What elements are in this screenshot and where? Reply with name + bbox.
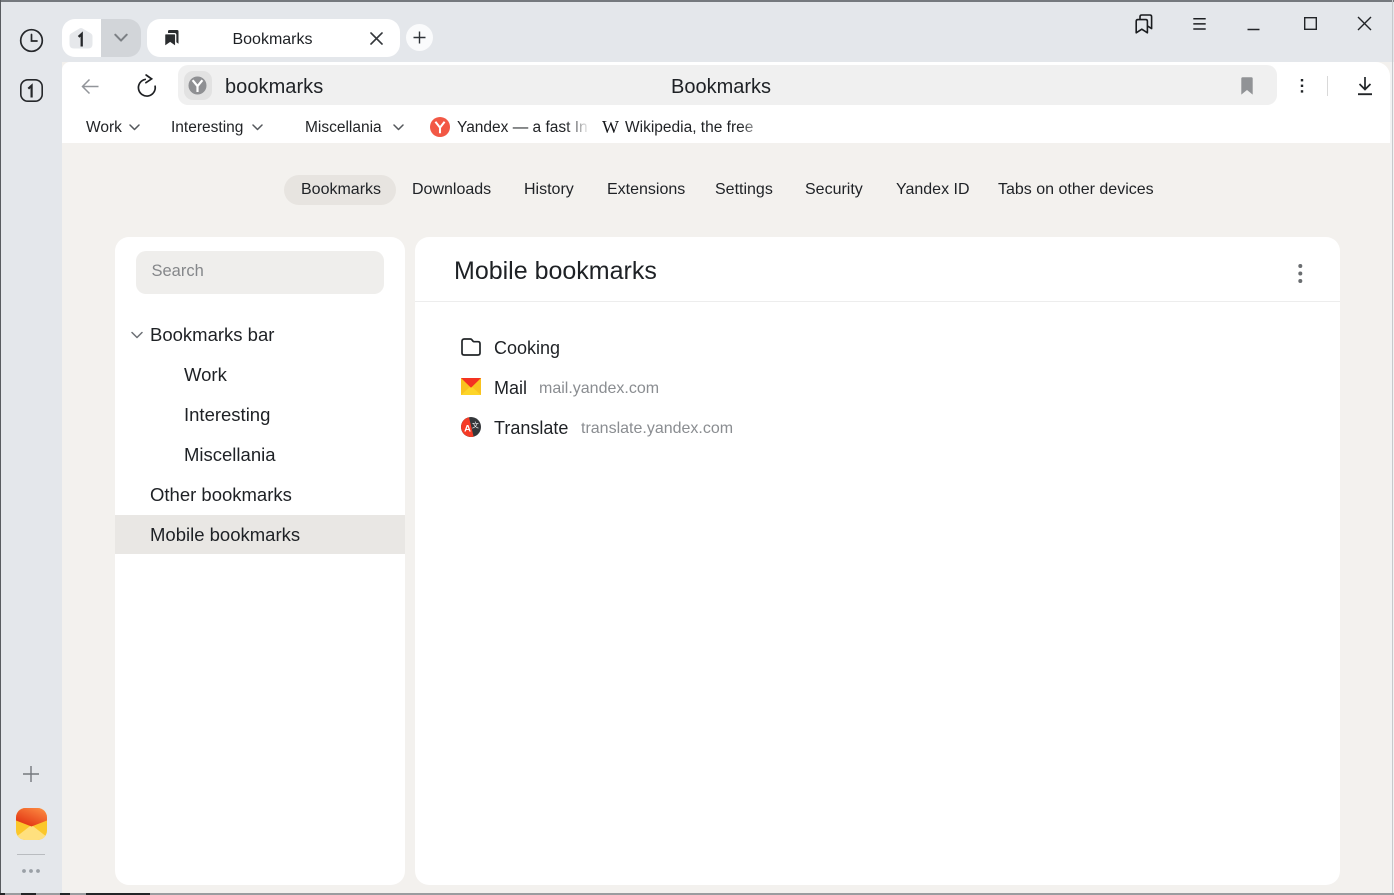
svg-text:文: 文 — [472, 420, 479, 429]
svg-text:A: A — [464, 424, 471, 435]
